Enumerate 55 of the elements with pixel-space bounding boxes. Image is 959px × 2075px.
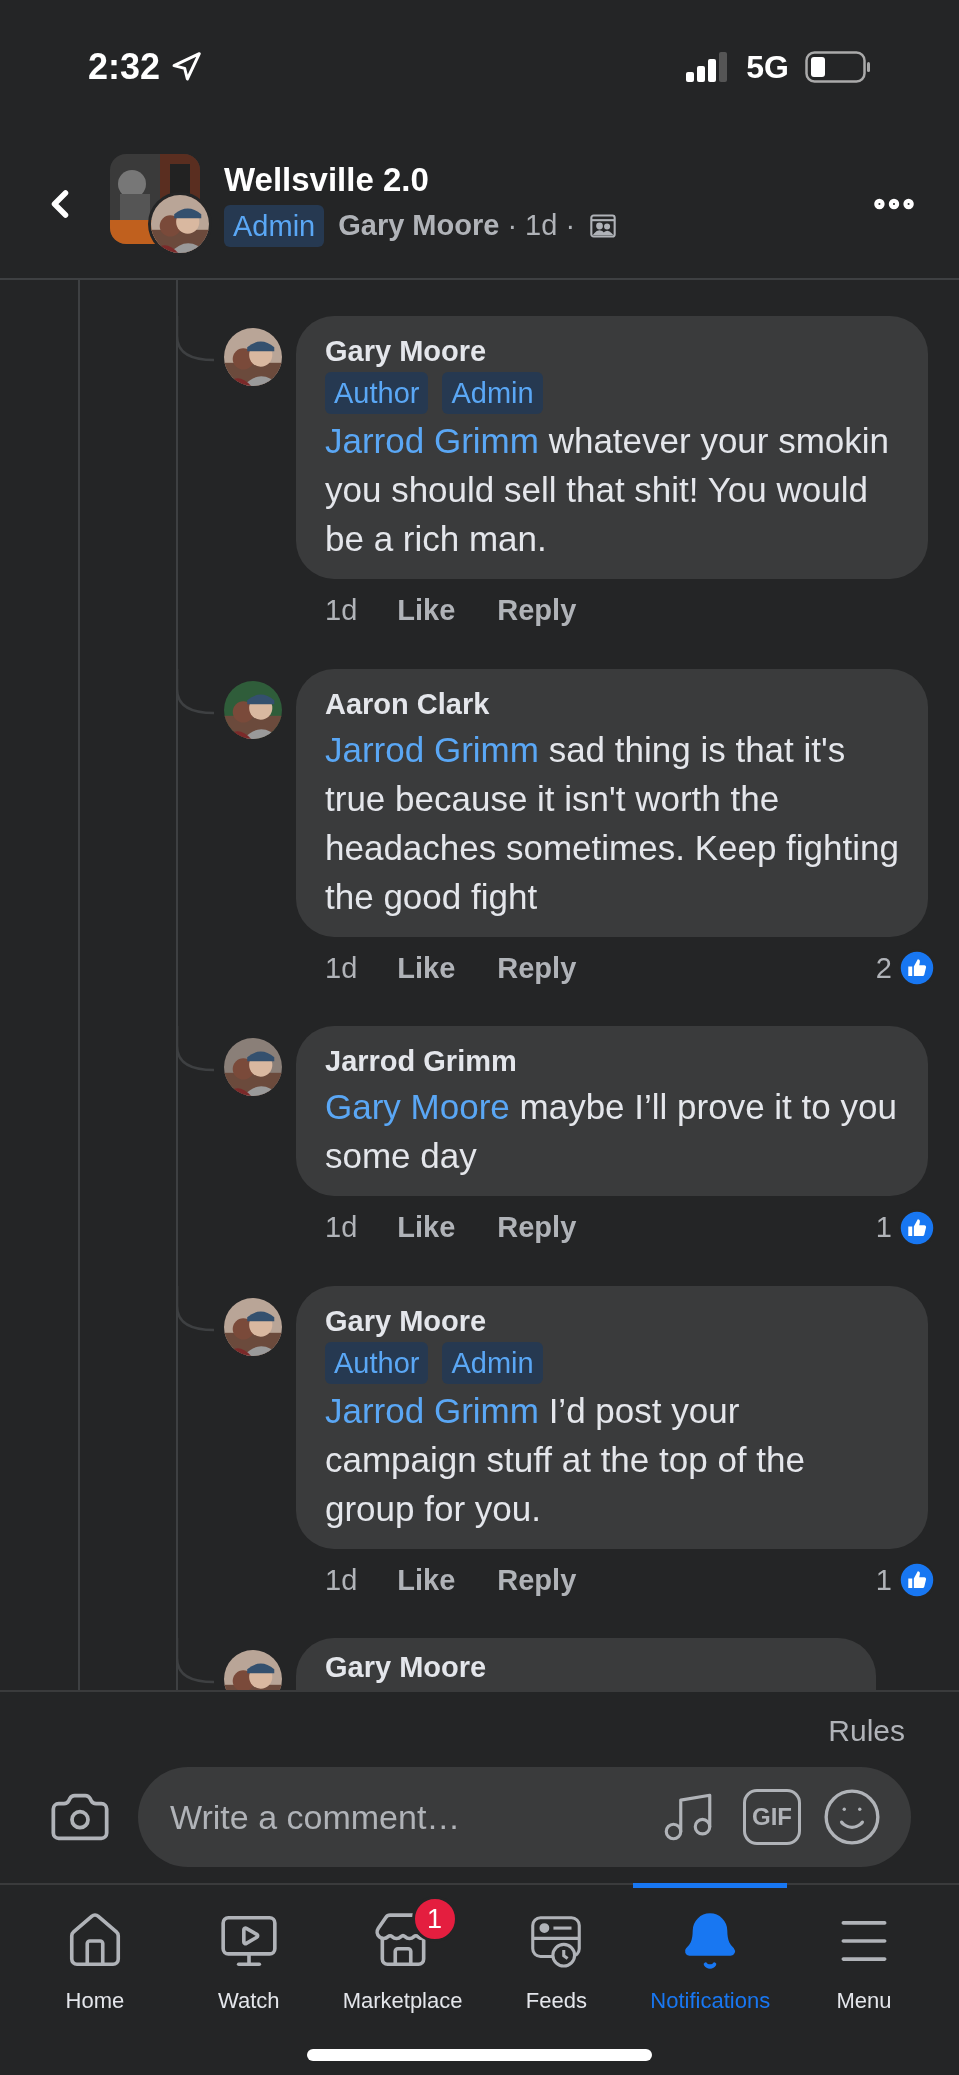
comment-text: Jarrod Grimm I’d post your campaign stuff at the top of the group for you. [325,1389,806,1530]
tab-bar-item[interactable]: Menu [787,1883,941,2017]
comment-field[interactable]: Write a comment… GIF [138,1767,911,1867]
status-time: 2:32 [88,45,161,89]
comment-time: 1d [325,593,358,628]
comment-action[interactable]: Like [397,1206,456,1250]
commenter-name[interactable]: Aaron Clark [325,682,899,725]
gif-button[interactable]: GIF [743,1789,801,1845]
commenter-name[interactable]: Gary Moore [325,1299,899,1342]
comment-action[interactable]: Like [397,589,456,633]
role-badge: Admin [224,205,325,247]
comment-action[interactable]: Like [397,1558,456,1602]
like-icon [898,949,936,988]
comment-text: Gary Moore maybe I’ll prove it to you some day [325,1086,898,1177]
reaction-count: 1 [875,1562,892,1598]
role-badge: Author [325,1341,429,1384]
like-icon [898,1208,936,1247]
network-label: 5G [746,48,789,87]
tab-bar-item[interactable]: Watch [171,1883,326,2017]
comment-time: 1d [325,1210,358,1245]
role-badge: Admin [442,1341,543,1384]
comment-action[interactable]: Reply [497,1558,577,1602]
mention-link[interactable]: Jarrod Grimm [325,1390,539,1430]
group-title[interactable]: Wellsville 2.0 [224,160,869,201]
mention-link[interactable]: Jarrod Grimm [325,421,539,460]
group-icon [589,212,618,240]
mention-link[interactable]: Jarrod Grimm [325,729,539,769]
comment-text: Jarrod Grimm sad thing is that it's true because it isn't worth the headaches sometimes. Keep fighting the good fight [325,728,899,918]
comment-action[interactable]: Reply [497,946,577,990]
commenter-name[interactable]: Gary Moore [325,1646,847,1688]
post-meta: · 1d · [507,208,576,244]
comment-time: 1d [325,950,358,986]
post-author[interactable]: Gary Moore [338,204,500,248]
tab-bar-item[interactable]: Feeds [479,1883,634,2017]
tab-bar-item[interactable]: Home [18,1883,172,2017]
location-icon [170,51,203,83]
comment-action[interactable]: Reply [497,589,577,633]
rules-link[interactable]: Rules [828,1708,905,1753]
comment-action[interactable]: Reply [497,1206,577,1250]
like-icon [898,1561,936,1600]
tab-bar-item[interactable]: 1 Marketplace [325,1883,480,2017]
commenter-name[interactable]: Gary Moore [325,330,899,372]
notification-badge: 1 [411,1896,458,1942]
role-badge: Author [325,372,429,414]
tab-bar-item[interactable]: Notifications [633,1883,788,2017]
reaction-count: 1 [875,1210,892,1245]
commenter-name[interactable]: Jarrod Grimm [325,1040,899,1082]
role-badge: Admin [442,372,543,414]
comment-time: 1d [325,1562,358,1598]
battery-icon [805,51,871,83]
comment-text: Jarrod Grimm whatever your smokin you should sell that shit! You would be a rich man. [325,420,891,560]
mention-link[interactable]: Gary Moore [325,1087,510,1126]
reaction-count: 2 [875,950,892,986]
comment-action[interactable]: Like [397,946,456,990]
comment-input[interactable]: Write a comment… [170,1791,659,1843]
